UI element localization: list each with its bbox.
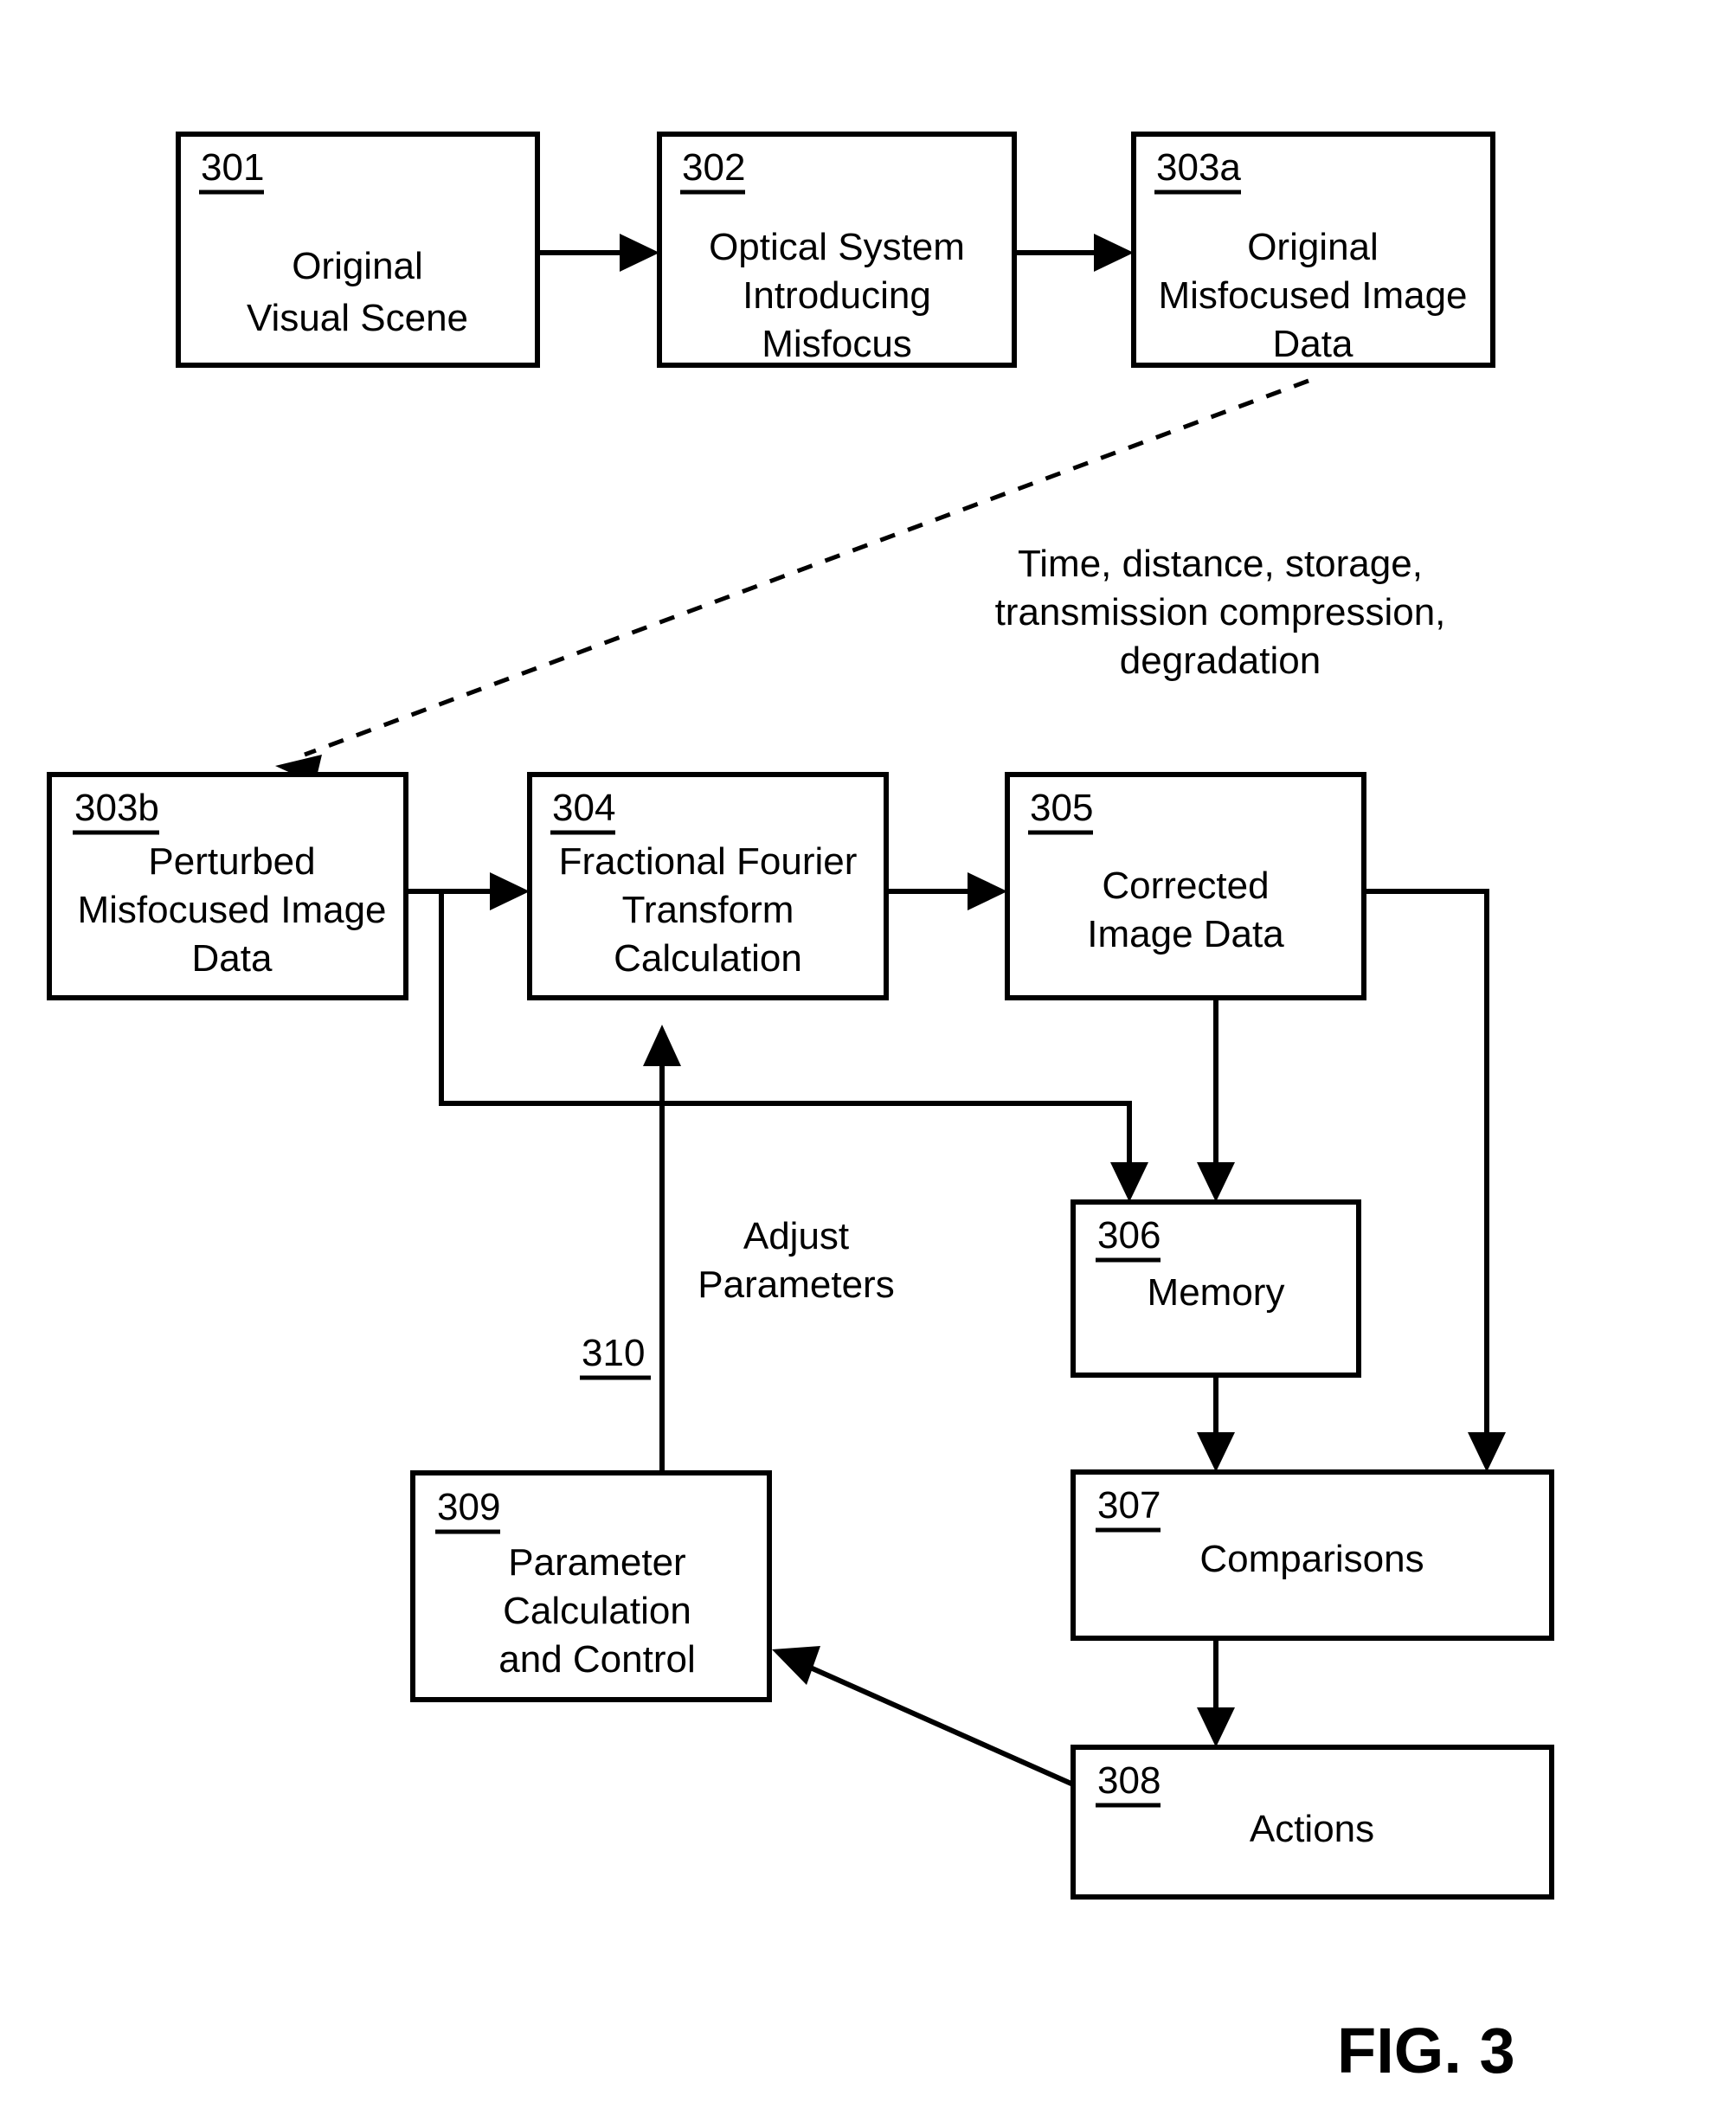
edge-303b-to-306-arrowhead [1110, 1162, 1148, 1202]
edge-305-to-307-arrowhead [1468, 1432, 1506, 1472]
node-309-label-line-1: Parameter [508, 1541, 685, 1584]
edge-305-to-307 [1364, 889, 1506, 1472]
node-303a-label-line-3: Data [1273, 323, 1353, 365]
node-303b-label-line-3: Data [192, 937, 273, 980]
node-304-label-line-2: Transform [622, 889, 794, 931]
node-303a-label-line-1: Original [1247, 226, 1379, 268]
node-302-label-line-3: Misfocus [762, 323, 912, 365]
node-301-label-line-2: Visual Scene [247, 297, 468, 339]
degradation-note-line-2: transmission compression, [995, 591, 1446, 633]
node-303a-label-line-2: Misfocused Image [1158, 274, 1467, 317]
edge-304-to-305 [886, 872, 1007, 910]
edge-303b-to-304-arrowhead [490, 872, 530, 910]
edge-308-to-309-arrowhead [772, 1646, 820, 1685]
node-301-label-line-1: Original [292, 245, 423, 287]
edge-302-to-303a [1014, 234, 1134, 272]
edge-ref-310: 310 [580, 1332, 651, 1380]
degradation-note-line-3: degradation [1120, 640, 1321, 682]
node-307-label-line-1: Comparisons [1199, 1538, 1424, 1580]
edge-307-to-308 [1197, 1638, 1235, 1747]
node-304: 304 Fractional Fourier Transform Calcula… [527, 772, 889, 1000]
node-302-ref: 302 [682, 146, 745, 189]
edge-305-to-306 [1197, 998, 1235, 1202]
degradation-note: Time, distance, storage, transmission co… [995, 543, 1446, 682]
degradation-note-line-1: Time, distance, storage, [1018, 543, 1423, 585]
node-308: 308 Actions [1071, 1745, 1554, 1900]
edge-306-to-307-arrowhead [1197, 1432, 1235, 1472]
edge-306-to-307 [1197, 1375, 1235, 1472]
edge-304-to-305-arrowhead [968, 872, 1007, 910]
node-301: 301 Original Visual Scene [176, 132, 540, 368]
node-305-label-line-2: Image Data [1087, 913, 1284, 955]
node-306-ref: 306 [1097, 1214, 1161, 1257]
node-308-ref: 308 [1097, 1759, 1161, 1802]
edge-309-to-304-arrowhead [643, 1025, 681, 1066]
node-303a-ref: 303a [1156, 146, 1241, 189]
edge-305-to-306-arrowhead [1197, 1162, 1235, 1202]
node-302-label-line-2: Introducing [743, 274, 931, 317]
node-309: 309 Parameter Calculation and Control [410, 1470, 772, 1702]
edge-302-to-303a-arrowhead [1094, 234, 1134, 272]
node-304-ref: 304 [552, 787, 615, 829]
node-302: 302 Optical System Introducing Misfocus [657, 132, 1017, 368]
adjust-parameters-note-line-1: Adjust [743, 1215, 849, 1257]
node-302-label-line-1: Optical System [709, 226, 965, 268]
node-305-label-line-1: Corrected [1102, 865, 1269, 907]
adjust-parameters-note: Adjust Parameters [698, 1215, 894, 1306]
node-303b-ref: 303b [74, 787, 159, 829]
figure-caption: FIG. 3 [1337, 2015, 1515, 2086]
node-307: 307 Comparisons [1071, 1469, 1554, 1641]
adjust-parameters-note-line-2: Parameters [698, 1263, 894, 1306]
node-309-label-line-3: and Control [498, 1638, 695, 1681]
node-304-label-line-1: Fractional Fourier [559, 840, 858, 883]
node-301-ref: 301 [201, 146, 264, 189]
edge-301-to-302 [537, 234, 659, 272]
edge-308-to-309-line [805, 1663, 1075, 1787]
edge-305-to-307-path [1364, 889, 1489, 1438]
patent-figure: 301 Original Visual Scene 302 Optical Sy… [0, 0, 1736, 2128]
node-303b-label-line-2: Misfocused Image [77, 889, 386, 931]
node-306: 306 Memory [1071, 1199, 1361, 1378]
edge-309-to-304 [643, 1025, 681, 1473]
node-303b-label-line-1: Perturbed [148, 840, 315, 883]
node-303b: 303b Perturbed Misfocused Image Data [47, 772, 408, 1000]
edge-307-to-308-arrowhead [1197, 1707, 1235, 1747]
node-309-ref: 309 [437, 1486, 500, 1528]
edge-308-to-309 [772, 1646, 1075, 1787]
flow-diagram: 301 Original Visual Scene 302 Optical Sy… [47, 132, 1554, 2086]
edge-303b-to-304 [406, 872, 530, 910]
edge-ref-310-label: 310 [582, 1332, 645, 1374]
node-305: 305 Corrected Image Data [1005, 772, 1366, 1000]
node-304-label-line-3: Calculation [614, 937, 802, 980]
node-305-ref: 305 [1030, 787, 1093, 829]
node-309-label-line-2: Calculation [503, 1590, 691, 1632]
node-307-ref: 307 [1097, 1484, 1161, 1527]
edge-301-to-302-arrowhead [620, 234, 659, 272]
node-308-label-line-1: Actions [1250, 1808, 1374, 1850]
node-303a: 303a Original Misfocused Image Data [1131, 132, 1495, 368]
node-306-label-line-1: Memory [1148, 1271, 1285, 1314]
